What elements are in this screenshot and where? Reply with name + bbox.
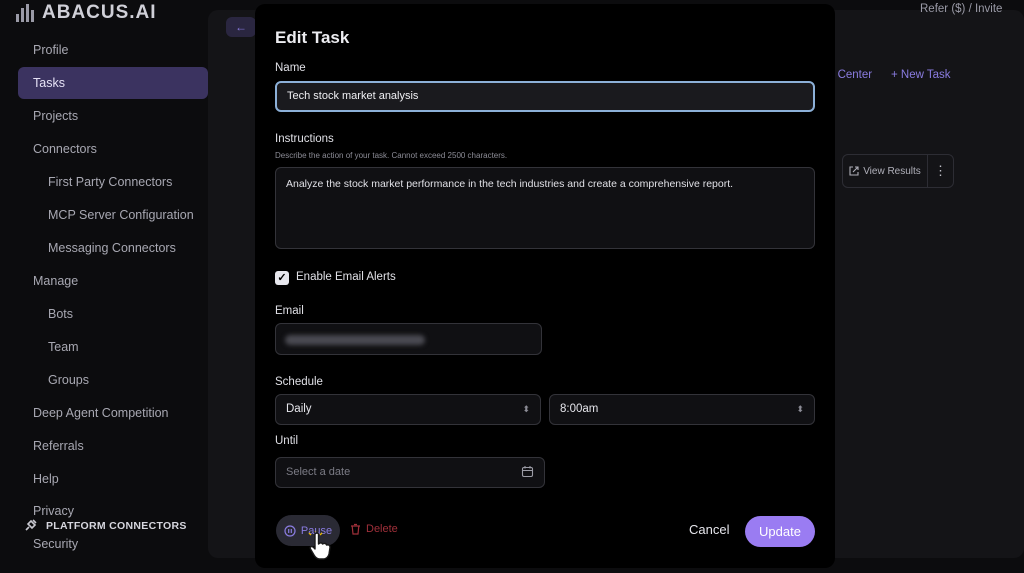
instructions-textarea[interactable]: Analyze the stock market performance in … [275, 167, 815, 249]
email-input[interactable] [275, 323, 542, 355]
sidebar-item-mcp-server-configuration[interactable]: MCP Server Configuration [18, 199, 208, 231]
redacted-email [285, 335, 425, 345]
email-label: Email [275, 305, 304, 317]
delete-label: Delete [366, 523, 398, 535]
until-placeholder: Select a date [286, 466, 351, 478]
cancel-button[interactable]: Cancel [689, 522, 729, 537]
instructions-label: Instructions [275, 133, 334, 145]
schedule-time-value: 8:00am [560, 403, 599, 415]
sidebar-item-connectors[interactable]: Connectors [18, 133, 208, 165]
email-alerts-label[interactable]: Enable Email Alerts [296, 271, 396, 283]
schedule-time-select[interactable]: 8:00am ⬍ [549, 394, 815, 425]
schedule-frequency-value: Daily [286, 403, 312, 415]
name-input[interactable]: Tech stock market analysis [275, 81, 815, 112]
until-date-input[interactable]: Select a date [275, 457, 545, 488]
platform-connectors-link[interactable]: PLATFORM CONNECTORS [24, 519, 187, 532]
delete-button[interactable]: Delete [350, 523, 398, 535]
sidebar-item-team[interactable]: Team [18, 331, 208, 363]
sidebar-item-first-party-connectors[interactable]: First Party Connectors [18, 166, 208, 198]
chevron-up-down-icon: ⬍ [796, 404, 804, 414]
sidebar-item-messaging-connectors[interactable]: Messaging Connectors [18, 232, 208, 264]
new-task-button[interactable]: + New Task [891, 69, 951, 81]
name-label: Name [275, 62, 306, 74]
edit-task-modal: Edit Task Name Tech stock market analysi… [255, 4, 835, 568]
hand-pointer-cursor-icon [308, 531, 331, 560]
schedule-label: Schedule [275, 376, 323, 388]
pause-circle-icon [284, 524, 296, 537]
sidebar-item-security[interactable]: Security [18, 528, 208, 560]
sidebar-item-deep-agent-competition[interactable]: Deep Agent Competition [18, 397, 208, 429]
update-button[interactable]: Update [745, 516, 815, 547]
check-icon: ✓ [277, 272, 287, 284]
sidebar-item-bots[interactable]: Bots [18, 298, 208, 330]
until-label: Until [275, 435, 299, 447]
sidebar-item-profile[interactable]: Profile [18, 34, 208, 66]
trash-icon [351, 523, 360, 535]
view-results-button[interactable]: View Results [843, 155, 928, 187]
back-button[interactable]: ← [226, 17, 256, 37]
sidebar-item-manage[interactable]: Manage [18, 265, 208, 297]
sidebar-item-referrals[interactable]: Referrals [18, 430, 208, 462]
plug-icon [25, 519, 37, 531]
logo[interactable]: ABACUS.AI [16, 2, 157, 24]
schedule-frequency-select[interactable]: Daily ⬍ [275, 394, 541, 425]
logo-text: ABACUS.AI [42, 2, 157, 23]
modal-title: Edit Task [275, 28, 350, 47]
refer-invite-link[interactable]: Refer ($) / Invite [920, 3, 1002, 15]
arrow-left-icon: ← [235, 20, 247, 34]
platform-connectors-label: PLATFORM CONNECTORS [46, 519, 187, 532]
calendar-icon [521, 466, 534, 478]
task-actions: View Results ⋮ [842, 154, 954, 188]
external-link-icon [849, 166, 859, 176]
chevron-up-down-icon: ⬍ [522, 404, 530, 414]
view-results-label: View Results [863, 165, 921, 177]
instructions-hint: Describe the action of your task. Cannot… [275, 151, 508, 160]
sidebar: Profile Tasks Projects Connectors First … [0, 30, 215, 573]
sidebar-item-help[interactable]: Help [18, 463, 208, 495]
sidebar-item-groups[interactable]: Groups [18, 364, 208, 396]
abacus-logo-icon [16, 4, 36, 22]
more-options-button[interactable]: ⋮ [928, 163, 953, 179]
email-alerts-checkbox[interactable]: ✓ [275, 271, 289, 285]
sidebar-item-projects[interactable]: Projects [18, 100, 208, 132]
kebab-menu-icon: ⋮ [934, 163, 947, 178]
sidebar-item-tasks[interactable]: Tasks [18, 67, 208, 99]
